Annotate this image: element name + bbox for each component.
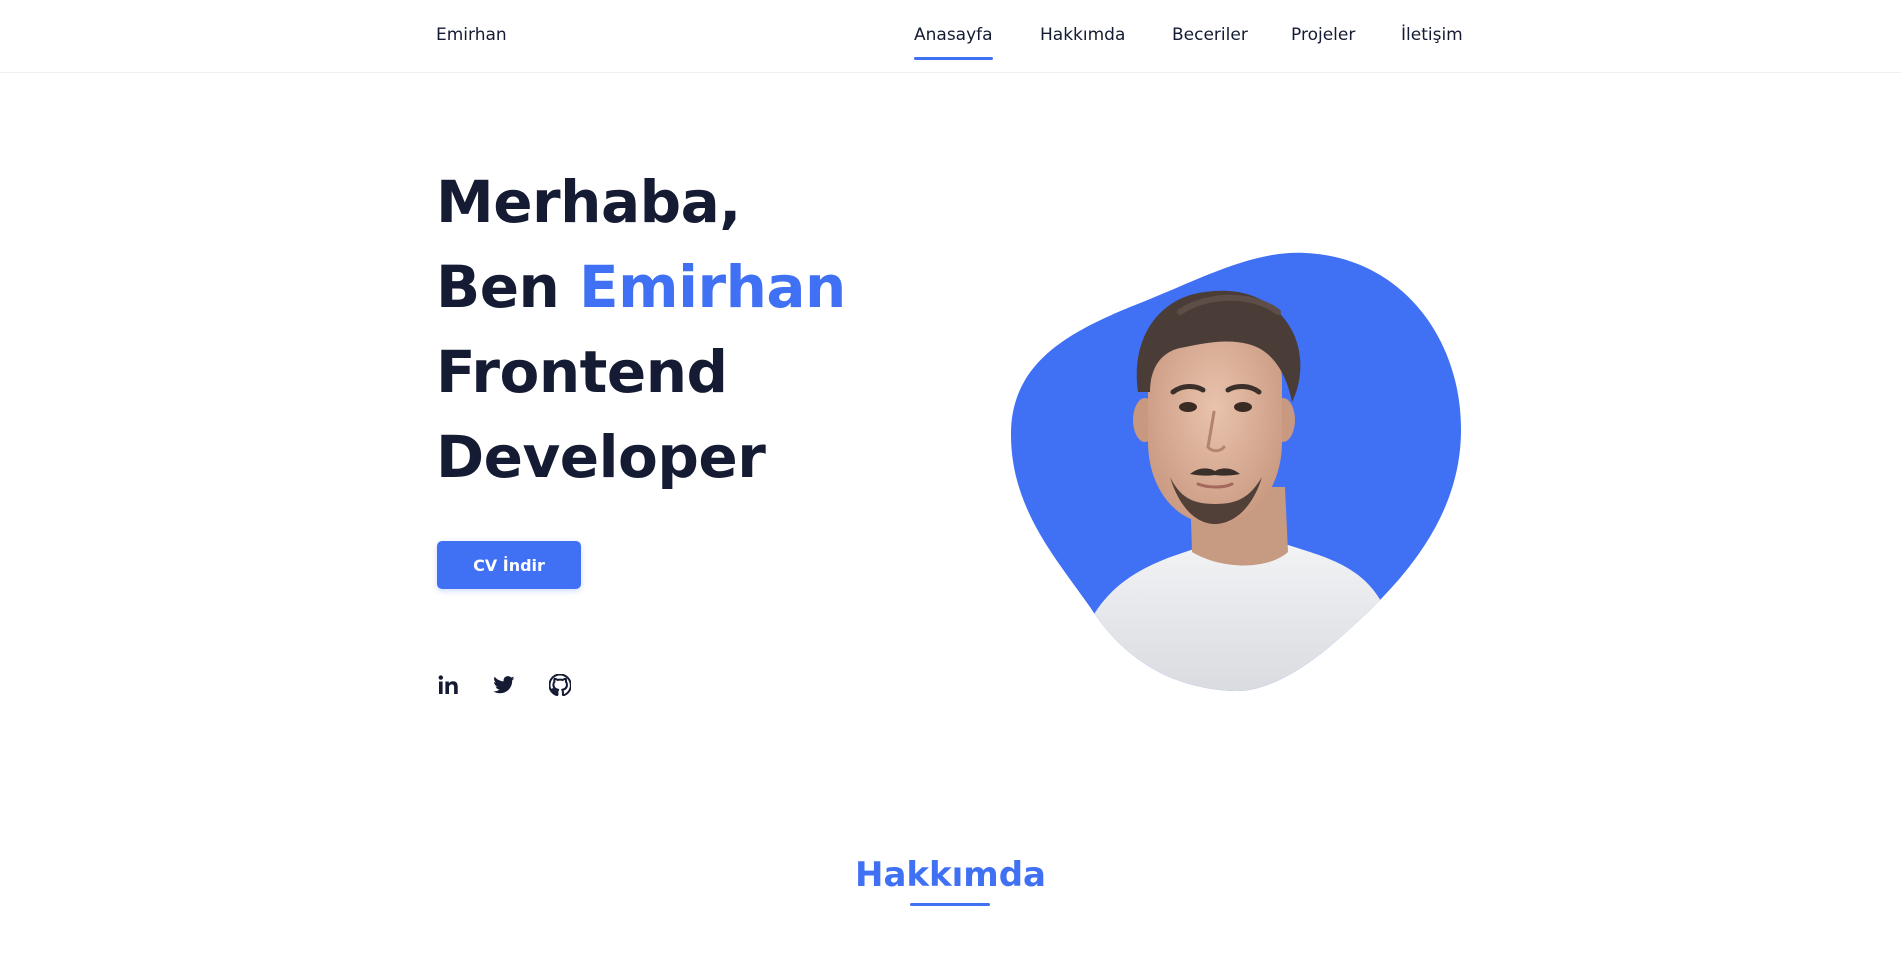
main-nav: Anasayfa Hakkımda Beceriler Projeler İle… — [0, 25, 1901, 65]
github-icon — [549, 674, 571, 696]
download-cv-button[interactable]: CV İndir — [437, 541, 581, 589]
nav-item-iletisim[interactable]: İletişim — [1401, 25, 1463, 45]
nav-item-hakkimda[interactable]: Hakkımda — [1040, 25, 1125, 45]
about-section-title: Hakkımda — [855, 855, 1046, 895]
hero-greeting: Merhaba, — [436, 168, 741, 236]
nav-item-anasayfa[interactable]: Anasayfa — [914, 25, 993, 60]
hero-title: Merhaba, Ben Emirhan Frontend Developer — [436, 160, 846, 500]
top-navbar: Emirhan Anasayfa Hakkımda Beceriler Proj… — [0, 0, 1901, 73]
nav-item-beceriler[interactable]: Beceriler — [1172, 25, 1248, 45]
linkedin-link[interactable] — [435, 672, 461, 698]
profile-photo — [1010, 252, 1462, 692]
hero-intro-line: Ben Emirhan — [436, 245, 846, 330]
github-link[interactable] — [547, 672, 573, 698]
nav-item-projeler[interactable]: Projeler — [1291, 25, 1355, 45]
hero-role-line1: Frontend — [436, 338, 728, 406]
profile-blob — [1010, 252, 1462, 692]
linkedin-icon — [438, 675, 458, 694]
about-title-underline — [910, 903, 990, 906]
hero-name: Emirhan — [579, 253, 846, 321]
hero-intro-prefix: Ben — [436, 253, 580, 321]
twitter-icon — [493, 676, 515, 694]
twitter-link[interactable] — [491, 672, 517, 698]
hero-role-line2: Developer — [436, 423, 766, 491]
